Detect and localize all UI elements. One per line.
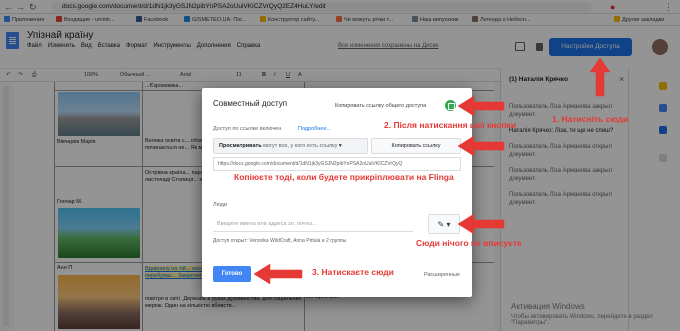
annotation-step-1: 1. Натисніть сюди: [552, 114, 629, 124]
arrow-left-icon: [457, 95, 505, 117]
arrow-left-icon: [457, 213, 505, 235]
annotation-copy: Копіюєте тоді, коли будете прикріплювати…: [234, 172, 454, 182]
screen: { "browser": { "url": "docs.google.com/d…: [0, 0, 680, 331]
arrow-left-icon: [457, 135, 505, 157]
annotation-no-input: Сюди нічого не вписуєте: [416, 238, 522, 248]
annotation-step-2: 2. Після натискання цієї кнопки: [384, 120, 517, 130]
annotation-step-3: 3. Натискаєте сюди: [312, 267, 394, 277]
arrow-left-icon: [253, 263, 303, 285]
arrow-up-icon: [589, 57, 611, 97]
annotation-arrows: [253, 57, 611, 285]
